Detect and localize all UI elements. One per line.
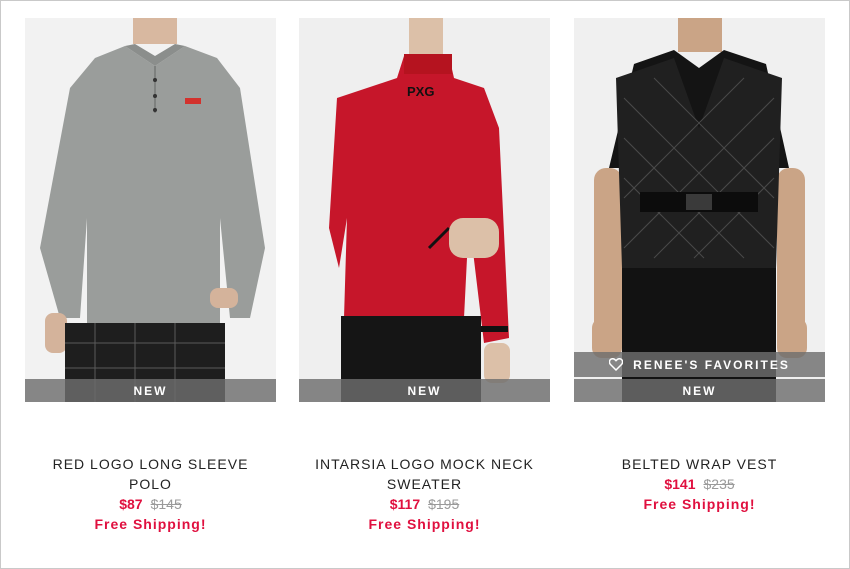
product-image[interactable]: PXG NEW bbox=[299, 18, 550, 402]
model-in-black-vest-illustration bbox=[574, 18, 825, 402]
free-shipping-label: Free Shipping! bbox=[643, 496, 756, 512]
product-card[interactable]: NEW RED LOGO LONG SLEEVE POLO $87 $145 Fr… bbox=[25, 18, 276, 534]
renees-favorites-button[interactable]: RENEE'S FAVORITES bbox=[574, 352, 825, 377]
new-badge: NEW bbox=[25, 379, 276, 402]
sale-price: $141 bbox=[664, 476, 696, 492]
price-row: $141 $235 bbox=[574, 474, 825, 494]
original-price: $145 bbox=[150, 496, 182, 512]
product-image[interactable]: NEW bbox=[25, 18, 276, 402]
product-name[interactable]: RED LOGO LONG SLEEVE POLO bbox=[25, 454, 276, 494]
model-in-red-sweater-illustration: PXG bbox=[299, 18, 550, 402]
model-in-grey-polo-illustration bbox=[25, 18, 276, 402]
price-row: $117 $195 bbox=[299, 494, 550, 514]
favorites-label: RENEE'S FAVORITES bbox=[633, 357, 790, 372]
product-name[interactable]: BELTED WRAP VEST bbox=[574, 454, 825, 474]
new-badge: NEW bbox=[299, 379, 550, 402]
new-badge: NEW bbox=[574, 379, 825, 402]
original-price: $195 bbox=[428, 496, 460, 512]
free-shipping-label: Free Shipping! bbox=[368, 516, 481, 532]
product-card[interactable]: RENEE'S FAVORITES NEW BELTED WRAP VEST $… bbox=[574, 18, 825, 514]
product-image[interactable]: RENEE'S FAVORITES NEW bbox=[574, 18, 825, 402]
heart-icon bbox=[609, 358, 624, 371]
product-grid: NEW RED LOGO LONG SLEEVE POLO $87 $145 Fr… bbox=[0, 0, 850, 569]
sale-price: $87 bbox=[119, 496, 143, 512]
sale-price: $117 bbox=[389, 496, 421, 512]
original-price: $235 bbox=[703, 476, 735, 492]
product-name[interactable]: INTARSIA LOGO MOCK NECK SWEATER bbox=[299, 454, 550, 494]
free-shipping-label: Free Shipping! bbox=[94, 516, 207, 532]
price-row: $87 $145 bbox=[25, 494, 276, 514]
product-card[interactable]: PXG NEW INTARSIA LOGO MOCK NECK SWEATER … bbox=[299, 18, 550, 534]
svg-text:PXG: PXG bbox=[407, 84, 434, 99]
